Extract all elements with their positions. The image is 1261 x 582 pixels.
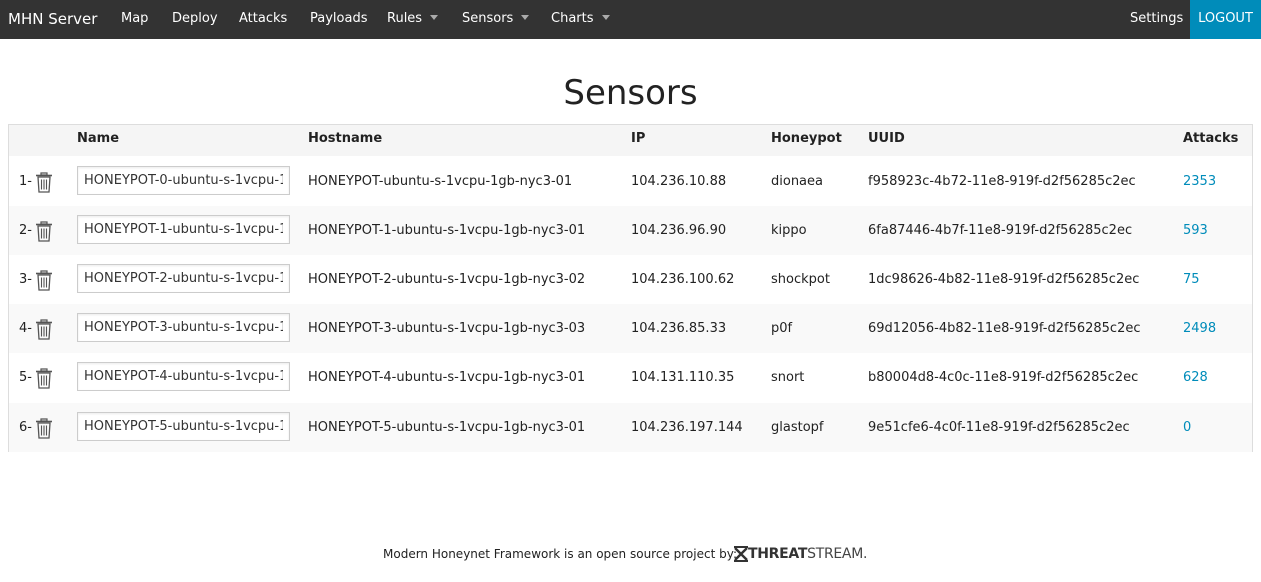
footer-text: Modern Honeynet Framework is an open sou… — [383, 547, 737, 561]
logout-button[interactable]: LOGOUT — [1190, 0, 1261, 39]
attacks-count-link[interactable]: 593 — [1183, 206, 1208, 255]
ip-cell: 104.236.96.90 — [631, 223, 727, 239]
trash-icon[interactable] — [34, 417, 54, 439]
attacks-count-link[interactable]: 2498 — [1183, 304, 1216, 353]
threatstream-x-icon — [734, 546, 748, 562]
ip-cell: 104.236.10.88 — [631, 174, 727, 189]
ip-cell: 104.236.197.144 — [631, 419, 743, 435]
nav-item-payloads[interactable]: Payloads — [310, 0, 367, 39]
table-row: 5- HONEYPOT-4-ubuntu-s-1vcpu-1gb-nyc3-01… — [9, 353, 1252, 402]
attacks-count-link[interactable]: 75 — [1183, 255, 1200, 304]
sensor-name-input[interactable] — [77, 215, 290, 245]
nav-item-rules[interactable]: Rules — [387, 0, 439, 39]
trash-icon[interactable] — [34, 171, 54, 193]
ip-cell: 104.236.100.62 — [631, 272, 735, 288]
trash-icon[interactable] — [34, 318, 54, 340]
row-number: 2- — [19, 223, 32, 239]
hostname-cell: HONEYPOT-ubuntu-s-1vcpu-1gb-nyc3-01 — [308, 174, 573, 189]
nav-item-label: Attacks — [239, 11, 288, 26]
nav-item-label: Map — [121, 11, 149, 26]
caret-down-icon — [430, 15, 439, 20]
sensor-name-input[interactable] — [77, 362, 290, 392]
nav-item-charts[interactable]: Charts — [551, 0, 610, 39]
table-row: 6- HONEYPOT-5-ubuntu-s-1vcpu-1gb-nyc3-01… — [9, 402, 1252, 452]
uuid-cell: b80004d8-4c0c-11e8-919f-d2f56285c2ec — [868, 370, 1139, 386]
nav-item-map[interactable]: Map — [121, 0, 148, 39]
trash-icon[interactable] — [34, 220, 54, 242]
column-header-name: Name — [77, 131, 120, 146]
hostname-cell: HONEYPOT-2-ubuntu-s-1vcpu-1gb-nyc3-02 — [308, 272, 586, 288]
uuid-cell: 6fa87446-4b7f-11e8-919f-d2f56285c2ec — [868, 223, 1133, 239]
top-navbar: MHN Server Map Deploy Attacks Payloads R… — [0, 0, 1261, 39]
sensor-name-input[interactable] — [77, 313, 290, 343]
honeypot-cell: dionaea — [771, 174, 823, 189]
ip-cell: 104.236.85.33 — [631, 321, 727, 337]
caret-down-icon — [601, 15, 610, 20]
caret-down-icon — [521, 15, 530, 20]
nav-item-label: Payloads — [310, 11, 368, 26]
table-row: 1- HONEYPOT-ubuntu-s-1vcpu-1gb-nyc3-01 1… — [9, 157, 1252, 206]
nav-item-label: Deploy — [172, 11, 218, 26]
logo-text-light: STREAM. — [807, 546, 868, 562]
settings-link[interactable]: Settings — [1130, 0, 1183, 39]
row-number: 1- — [19, 174, 32, 189]
honeypot-cell: kippo — [771, 223, 807, 239]
nav-item-label: Rules — [387, 11, 423, 26]
column-header-honeypot: Honeypot — [771, 131, 842, 146]
sensor-name-input[interactable] — [77, 264, 290, 294]
sensor-name-input[interactable] — [77, 166, 290, 195]
nav-item-sensors[interactable]: Sensors — [462, 0, 530, 39]
attacks-count-link[interactable]: 2353 — [1183, 157, 1216, 206]
trash-icon[interactable] — [34, 269, 54, 291]
honeypot-cell: snort — [771, 370, 805, 386]
sensor-name-input[interactable] — [77, 411, 290, 441]
sensors-table: Name Hostname IP Honeypot UUID Attacks 1… — [8, 124, 1253, 452]
column-header-attacks: Attacks — [1183, 131, 1239, 146]
attacks-count-link[interactable]: 0 — [1183, 403, 1191, 452]
row-number: 4- — [19, 321, 32, 337]
hostname-cell: HONEYPOT-1-ubuntu-s-1vcpu-1gb-nyc3-01 — [308, 223, 586, 239]
honeypot-cell: p0f — [771, 321, 793, 337]
column-header-ip: IP — [631, 131, 646, 146]
row-number: 6- — [19, 419, 32, 435]
uuid-cell: 9e51cfe6-4c0f-11e8-919f-d2f56285c2ec — [868, 419, 1130, 435]
honeypot-cell: glastopf — [771, 419, 824, 435]
column-header-hostname: Hostname — [308, 131, 383, 146]
hostname-cell: HONEYPOT-5-ubuntu-s-1vcpu-1gb-nyc3-01 — [308, 419, 586, 435]
uuid-cell: f958923c-4b72-11e8-919f-d2f56285c2ec — [868, 174, 1136, 189]
table-row: 4- HONEYPOT-3-ubuntu-s-1vcpu-1gb-nyc3-03… — [9, 304, 1252, 354]
column-header-uuid: UUID — [868, 131, 905, 146]
nav-item-deploy[interactable]: Deploy — [172, 0, 218, 39]
uuid-cell: 69d12056-4b82-11e8-919f-d2f56285c2ec — [868, 321, 1141, 337]
honeypot-cell: shockpot — [771, 272, 830, 288]
brand-link[interactable]: MHN Server — [8, 0, 97, 39]
hostname-cell: HONEYPOT-4-ubuntu-s-1vcpu-1gb-nyc3-01 — [308, 370, 586, 386]
hostname-cell: HONEYPOT-3-ubuntu-s-1vcpu-1gb-nyc3-03 — [308, 321, 586, 337]
logo-text-bold: THREAT — [748, 546, 808, 562]
page-title: Sensors — [563, 73, 698, 113]
row-number: 3- — [19, 272, 32, 288]
nav-item-label: Charts — [551, 11, 594, 26]
table-header-row: Name Hostname IP Honeypot UUID Attacks — [9, 125, 1252, 156]
trash-icon[interactable] — [34, 367, 54, 390]
nav-item-label: Sensors — [462, 11, 514, 26]
attacks-count-link[interactable]: 628 — [1183, 353, 1208, 402]
threatstream-wordmark: THREATSTREAM. — [748, 545, 867, 563]
table-row: 2- HONEYPOT-1-ubuntu-s-1vcpu-1gb-nyc3-01… — [9, 206, 1252, 256]
row-number: 5- — [19, 370, 32, 386]
ip-cell: 104.131.110.35 — [631, 370, 735, 386]
nav-item-attacks[interactable]: Attacks — [239, 0, 287, 39]
uuid-cell: 1dc98626-4b82-11e8-919f-d2f56285c2ec — [868, 272, 1140, 288]
table-row: 3- HONEYPOT-2-ubuntu-s-1vcpu-1gb-nyc3-02… — [9, 255, 1252, 304]
